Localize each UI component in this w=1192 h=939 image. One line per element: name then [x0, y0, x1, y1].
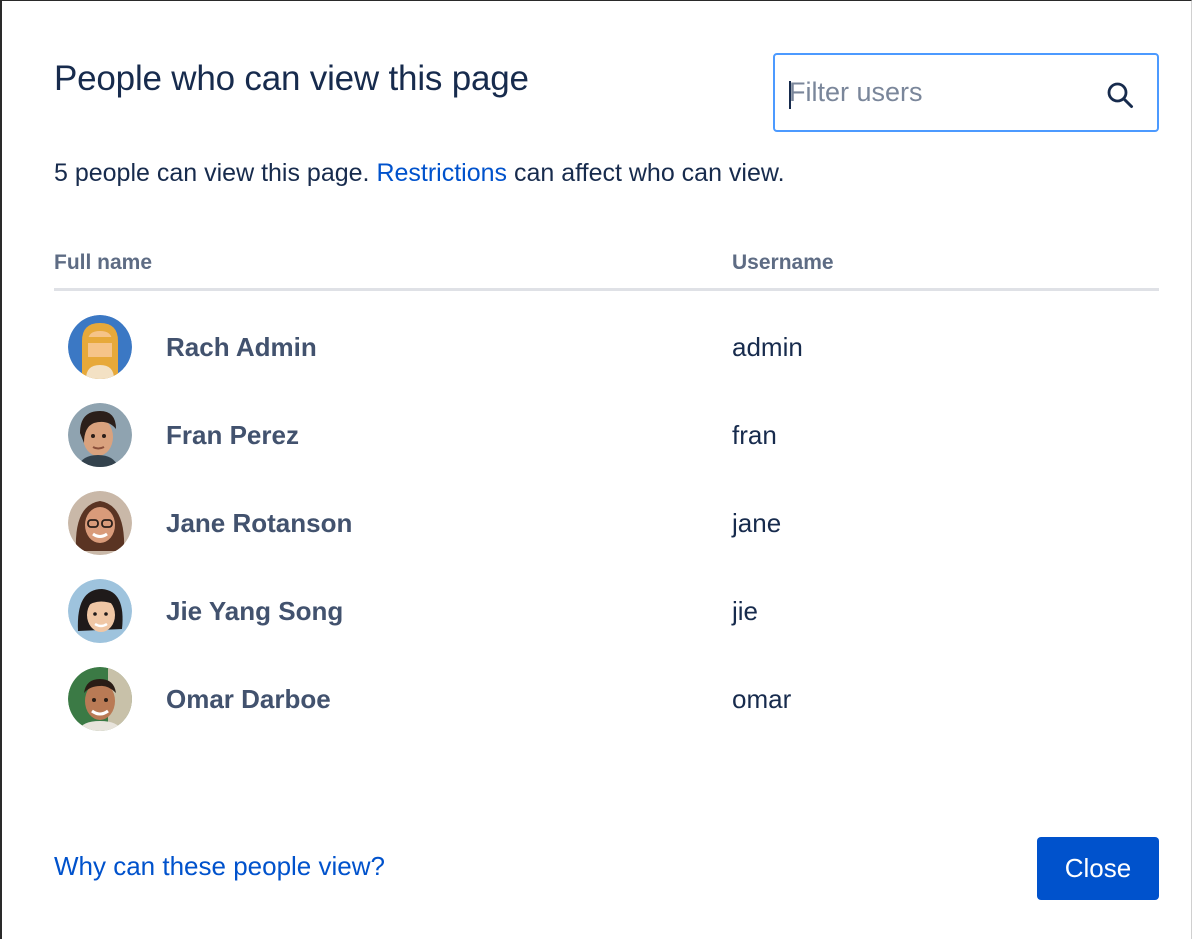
- filter-users-input[interactable]: [789, 72, 1089, 113]
- username-cell: omar: [732, 684, 792, 714]
- viewers-summary: 5 people can view this page. Restriction…: [54, 159, 785, 188]
- column-header-full-name: Full name: [54, 251, 153, 274]
- table-row: Jie Yang Song jie: [54, 579, 1159, 659]
- username-cell: fran: [732, 420, 777, 450]
- text-cursor: [789, 81, 791, 109]
- filter-users-field[interactable]: [773, 53, 1159, 132]
- search-icon[interactable]: [1105, 80, 1135, 110]
- avatar-rach-admin: [68, 315, 132, 379]
- full-name-cell: Rach Admin: [166, 332, 317, 362]
- restrictions-link[interactable]: Restrictions: [376, 159, 507, 187]
- username-cell: jane: [732, 508, 782, 538]
- full-name-cell: Omar Darboe: [166, 684, 331, 714]
- avatar-omar-darboe: [68, 667, 132, 731]
- avatar-jane-rotanson: [68, 491, 132, 555]
- username-cell: admin: [732, 332, 803, 362]
- header-divider: [54, 288, 1159, 291]
- avatar-fran-perez: [68, 403, 132, 467]
- summary-suffix-text: can affect who can view.: [507, 159, 785, 187]
- full-name-cell: Jie Yang Song: [166, 596, 344, 626]
- close-button[interactable]: Close: [1037, 837, 1159, 900]
- table-row: Omar Darboe omar: [54, 667, 1159, 747]
- table-row: Jane Rotanson jane: [54, 491, 1159, 571]
- table-row: Fran Perez fran: [54, 403, 1159, 483]
- why-can-view-link[interactable]: Why can these people view?: [54, 851, 385, 882]
- avatar-jie-yang-song: [68, 579, 132, 643]
- username-cell: jie: [732, 596, 759, 626]
- full-name-cell: Jane Rotanson: [166, 508, 353, 538]
- table-row: Rach Admin admin: [54, 315, 1159, 395]
- full-name-cell: Fran Perez: [166, 420, 299, 450]
- dialog-title: People who can view this page: [54, 59, 529, 98]
- view-people-dialog: People who can view this page 5 people c…: [0, 0, 1192, 939]
- summary-count-text: 5 people can view this page.: [54, 159, 377, 187]
- column-header-username: Username: [732, 251, 834, 274]
